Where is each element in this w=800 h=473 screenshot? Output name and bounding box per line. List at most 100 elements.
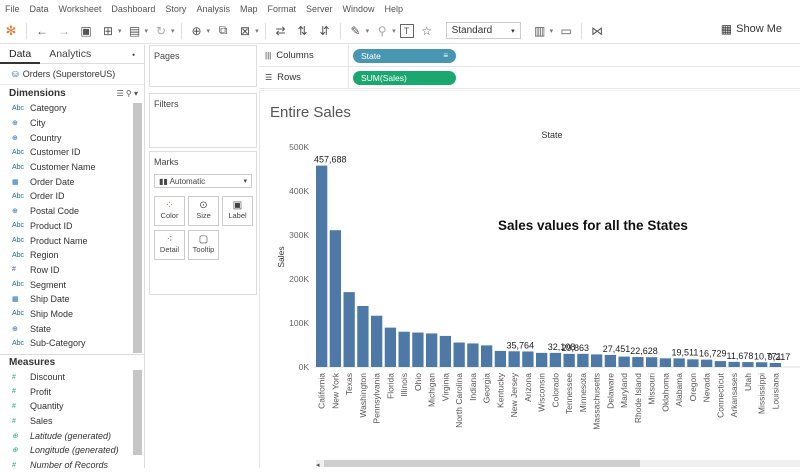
bar[interactable] <box>467 343 479 367</box>
size-button[interactable]: ⊙ Size <box>188 196 219 226</box>
view-list-icon[interactable]: ☰ <box>116 89 123 98</box>
new-datasource-icon[interactable]: ⊞ <box>99 22 117 40</box>
menu-item-file[interactable]: File <box>0 4 25 14</box>
field-item[interactable]: Abc Category <box>0 101 133 116</box>
field-item[interactable]: ▦ Ship Date <box>0 292 133 307</box>
bar[interactable] <box>412 332 424 367</box>
bar[interactable] <box>536 352 548 367</box>
field-item[interactable]: ⊕ Postal Code <box>0 204 133 219</box>
show-me-button[interactable]: ▦ Show Me <box>721 22 782 36</box>
field-item[interactable]: # Profit <box>0 384 133 399</box>
bar[interactable] <box>673 358 685 367</box>
bar[interactable] <box>357 305 369 367</box>
bar[interactable] <box>659 358 672 367</box>
bar[interactable] <box>756 362 768 367</box>
field-item[interactable]: ⊕ City <box>0 116 133 131</box>
field-item[interactable]: Abc Region <box>0 248 133 263</box>
menu-item-format[interactable]: Format <box>262 4 301 14</box>
bar[interactable] <box>398 331 410 367</box>
mark-type-dropdown[interactable]: ▮▮ Automatic ▾ <box>154 174 252 188</box>
share-icon[interactable]: ⋈ <box>588 22 606 40</box>
field-item[interactable]: Abc Segment <box>0 277 133 292</box>
show-cards-icon[interactable]: ▥ <box>531 22 549 40</box>
fit-dropdown[interactable]: Standard ▾ <box>445 22 521 39</box>
chevron-down-icon[interactable]: ▾ <box>134 89 138 98</box>
pause-updates-icon[interactable]: ▤ <box>126 22 144 40</box>
bar[interactable] <box>329 230 342 367</box>
sort-descending-icon[interactable]: ⇵ <box>316 22 334 40</box>
menu-item-story[interactable]: Story <box>160 4 191 14</box>
field-item[interactable]: Abc Order ID <box>0 189 133 204</box>
field-item[interactable]: ▦ Order Date <box>0 174 133 189</box>
filters-card[interactable]: Filters <box>149 93 257 148</box>
bar[interactable] <box>632 357 644 367</box>
bar[interactable] <box>549 352 562 367</box>
chevron-down-icon[interactable]: ▾ <box>366 27 370 35</box>
bar[interactable] <box>371 315 383 367</box>
dimensions-scrollbar[interactable] <box>133 103 142 353</box>
chevron-down-icon[interactable]: ▾ <box>207 27 211 35</box>
sales-pill[interactable]: SUM(Sales) <box>353 70 456 85</box>
tab-data[interactable]: Data <box>0 45 41 64</box>
tooltip-button[interactable]: ▢ Tooltip <box>188 230 219 260</box>
duplicate-icon[interactable]: ⧉ <box>214 22 232 40</box>
detail-button[interactable]: ⁖ Detail <box>154 230 185 260</box>
new-worksheet-icon[interactable]: ⊕ <box>188 22 206 40</box>
bar[interactable] <box>481 345 493 367</box>
redo-icon[interactable]: → <box>55 22 73 40</box>
menu-item-help[interactable]: Help <box>380 4 409 14</box>
bar[interactable] <box>563 353 575 367</box>
bar[interactable] <box>522 351 534 367</box>
chevron-down-icon[interactable]: ▾ <box>118 27 122 35</box>
bar[interactable] <box>316 165 328 367</box>
bar[interactable] <box>618 356 630 367</box>
clear-sheet-icon[interactable]: ⊠ <box>236 22 254 40</box>
chevron-down-icon[interactable]: ▾ <box>171 27 175 35</box>
bar[interactable] <box>494 350 507 367</box>
bar[interactable] <box>453 342 465 367</box>
presentation-icon[interactable]: ▭ <box>557 22 575 40</box>
bar[interactable] <box>384 327 397 367</box>
bar[interactable] <box>646 357 658 367</box>
pin-icon[interactable]: ☆ <box>418 22 436 40</box>
undo-icon[interactable]: ← <box>33 22 51 40</box>
field-item[interactable]: ⊕ Latitude (generated) <box>0 428 133 443</box>
field-item[interactable]: # Sales <box>0 414 133 429</box>
bar[interactable] <box>714 361 727 367</box>
refresh-icon[interactable]: ↻ <box>152 22 170 40</box>
menu-item-server[interactable]: Server <box>301 4 338 14</box>
chevron-down-icon[interactable]: ▾ <box>550 27 554 35</box>
bar[interactable] <box>769 362 782 367</box>
field-item[interactable]: # Number of Records <box>0 458 133 473</box>
field-item[interactable]: Abc Customer ID <box>0 145 133 160</box>
horizontal-scrollbar-thumb[interactable] <box>324 460 640 467</box>
save-icon[interactable]: ▣ <box>77 22 95 40</box>
swap-icon[interactable]: ⇄ <box>272 22 290 40</box>
tableau-logo-icon[interactable]: ✻ <box>2 22 20 40</box>
group-icon[interactable]: ⚲ <box>373 22 391 40</box>
bar[interactable] <box>728 361 740 367</box>
bar[interactable] <box>687 359 699 367</box>
field-item[interactable]: # Discount <box>0 370 133 385</box>
field-item[interactable]: Abc Sub-Category <box>0 336 133 351</box>
chevron-icon[interactable]: ⬩ <box>132 50 135 60</box>
menu-item-worksheet[interactable]: Worksheet <box>54 4 107 14</box>
menu-item-window[interactable]: Window <box>338 4 380 14</box>
show-labels-icon[interactable]: T <box>399 23 414 38</box>
menu-item-data[interactable]: Data <box>25 4 54 14</box>
field-item[interactable]: Abc Product ID <box>0 219 133 234</box>
field-item[interactable]: ⊕ State <box>0 321 133 336</box>
field-item[interactable]: # Row ID <box>0 263 133 278</box>
tab-analytics[interactable]: Analytics ⬩ <box>40 45 144 64</box>
bar[interactable] <box>591 354 603 367</box>
menu-item-dashboard[interactable]: Dashboard <box>106 4 160 14</box>
label-button[interactable]: ▣ Label <box>222 196 253 226</box>
sort-ascending-icon[interactable]: ⇅ <box>294 22 312 40</box>
search-icon[interactable]: ⚲ <box>126 89 132 98</box>
pages-card[interactable]: Pages <box>149 45 257 87</box>
bar[interactable] <box>343 292 355 367</box>
bar[interactable] <box>439 335 452 367</box>
bar[interactable] <box>742 362 754 367</box>
field-item[interactable]: Abc Customer Name <box>0 160 133 175</box>
color-button[interactable]: ⁘ Color <box>154 196 185 226</box>
